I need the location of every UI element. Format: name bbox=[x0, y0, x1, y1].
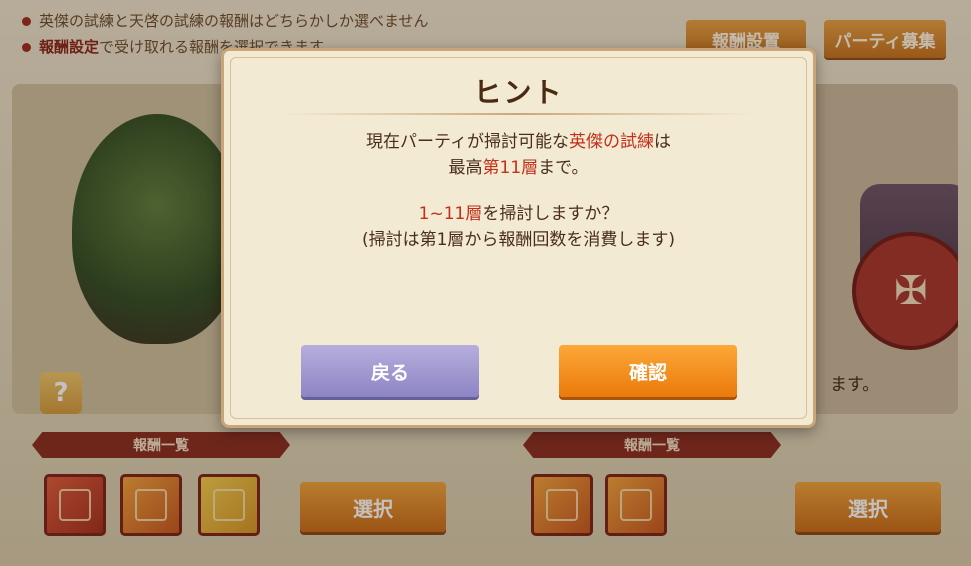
dialog-line-2: 最高第11層まで。 bbox=[448, 158, 589, 178]
dialog-line-1: 現在パーティが掃討可能な英傑の試練は bbox=[366, 132, 671, 152]
confirm-button[interactable]: 確認 bbox=[559, 345, 737, 397]
back-button[interactable]: 戻る bbox=[301, 345, 479, 397]
dialog-title: ヒント bbox=[473, 76, 564, 109]
dialog-line-3: 1~11層を掃討しますか？ bbox=[418, 204, 619, 224]
hint-dialog: ヒント 現在パーティが掃討可能な英傑の試練は 最高第11層まで。 1~11層を掃… bbox=[221, 48, 816, 428]
dialog-line-4: (掃討は第1層から報酬回数を消費します) bbox=[361, 230, 676, 250]
title-divider bbox=[284, 113, 753, 115]
